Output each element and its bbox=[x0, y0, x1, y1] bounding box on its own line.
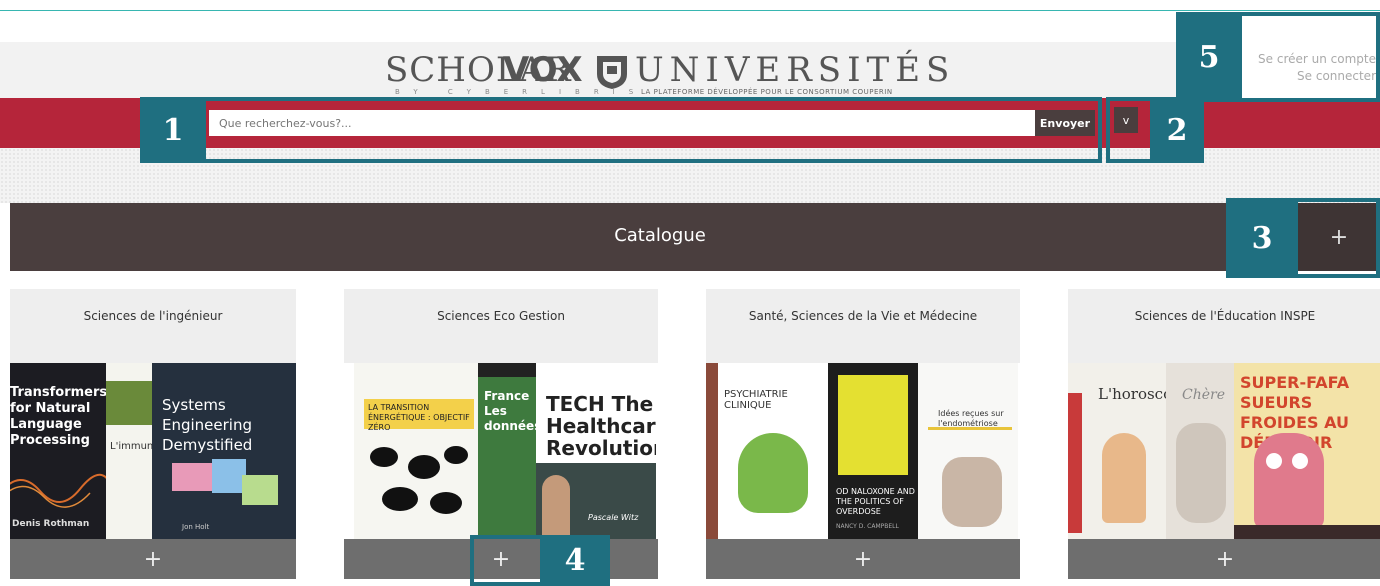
category-expand-button[interactable]: + bbox=[1068, 539, 1380, 579]
category-card-engineering: Sciences de l'ingénieur Transformers for… bbox=[10, 289, 296, 579]
category-title: Sciences de l'Éducation INSPE bbox=[1134, 309, 1316, 323]
book-cover[interactable]: LA TRANSITION ÉNERGÉTIQUE : OBJECTIF ZÉR… bbox=[354, 363, 482, 539]
category-expand-button[interactable]: + bbox=[10, 539, 296, 579]
cover-strip: L'horoscope Chère SUPER-FAFA SUEURS FROI… bbox=[1068, 363, 1380, 539]
logo-universites: UNIVERSITÉS bbox=[635, 50, 956, 90]
book-cover[interactable]: L'horoscope bbox=[1068, 363, 1168, 539]
category-title: Sciences Eco Gestion bbox=[437, 309, 565, 323]
book-cover[interactable]: SUPER-FAFA SUEURS FROIDES AU DÉPOTOIR bbox=[1234, 363, 1380, 539]
callout-number-5: 5 bbox=[1176, 12, 1242, 102]
book-cover[interactable]: Systems Engineering Demystified Jon Holt bbox=[152, 363, 296, 539]
logo-tagline: LA PLATEFORME DÉVELOPPÉE POUR LE CONSORT… bbox=[641, 88, 893, 96]
callout-frame-search bbox=[140, 97, 1102, 163]
cover-strip: PSYCHIATRIE CLINIQUE OD NALOXONE AND THE… bbox=[706, 363, 1020, 539]
callout-number-4: 4 bbox=[540, 535, 610, 586]
callout-number-3: 3 bbox=[1226, 198, 1298, 278]
category-expand-button[interactable]: + bbox=[706, 539, 1020, 579]
callout-number-1: 1 bbox=[140, 97, 206, 163]
shield-icon bbox=[597, 56, 627, 89]
book-cover[interactable]: TECH The Healthcare Revolution Pascale W… bbox=[536, 363, 656, 539]
book-cover[interactable]: Transformers for Natural Language Proces… bbox=[10, 363, 110, 539]
logo-byline: BY CYBERLIBRIS bbox=[395, 88, 648, 96]
logo-vox: VOX bbox=[503, 50, 583, 90]
book-cover[interactable]: OD NALOXONE AND THE POLITICS OF OVERDOSE… bbox=[828, 363, 918, 539]
cover-strip: LA TRANSITION ÉNERGÉTIQUE : OBJECTIF ZÉR… bbox=[344, 363, 658, 539]
book-cover[interactable]: PSYCHIATRIE CLINIQUE bbox=[718, 363, 830, 539]
category-title: Sciences de l'ingénieur bbox=[83, 309, 223, 323]
category-card-education: Sciences de l'Éducation INSPE L'horoscop… bbox=[1068, 289, 1380, 579]
callout-number-2: 2 bbox=[1150, 97, 1204, 163]
catalogue-bar: Catalogue bbox=[10, 203, 1380, 271]
site-logo[interactable]: SCHOLAR VOX UNIVERSITÉS BY CYBERLIBRIS L… bbox=[385, 48, 949, 98]
category-card-sante: Santé, Sciences de la Vie et Médecine PS… bbox=[706, 289, 1020, 579]
cover-strip: Transformers for Natural Language Proces… bbox=[10, 363, 296, 539]
top-divider bbox=[0, 10, 1380, 11]
book-cover[interactable]: France Les données bbox=[478, 363, 536, 539]
catalogue-title: Catalogue bbox=[614, 225, 706, 246]
book-cover[interactable]: Chère bbox=[1166, 363, 1236, 539]
book-cover[interactable]: Idées reçues sur l'endométriose bbox=[918, 363, 1018, 539]
category-title: Santé, Sciences de la Vie et Médecine bbox=[748, 309, 978, 323]
